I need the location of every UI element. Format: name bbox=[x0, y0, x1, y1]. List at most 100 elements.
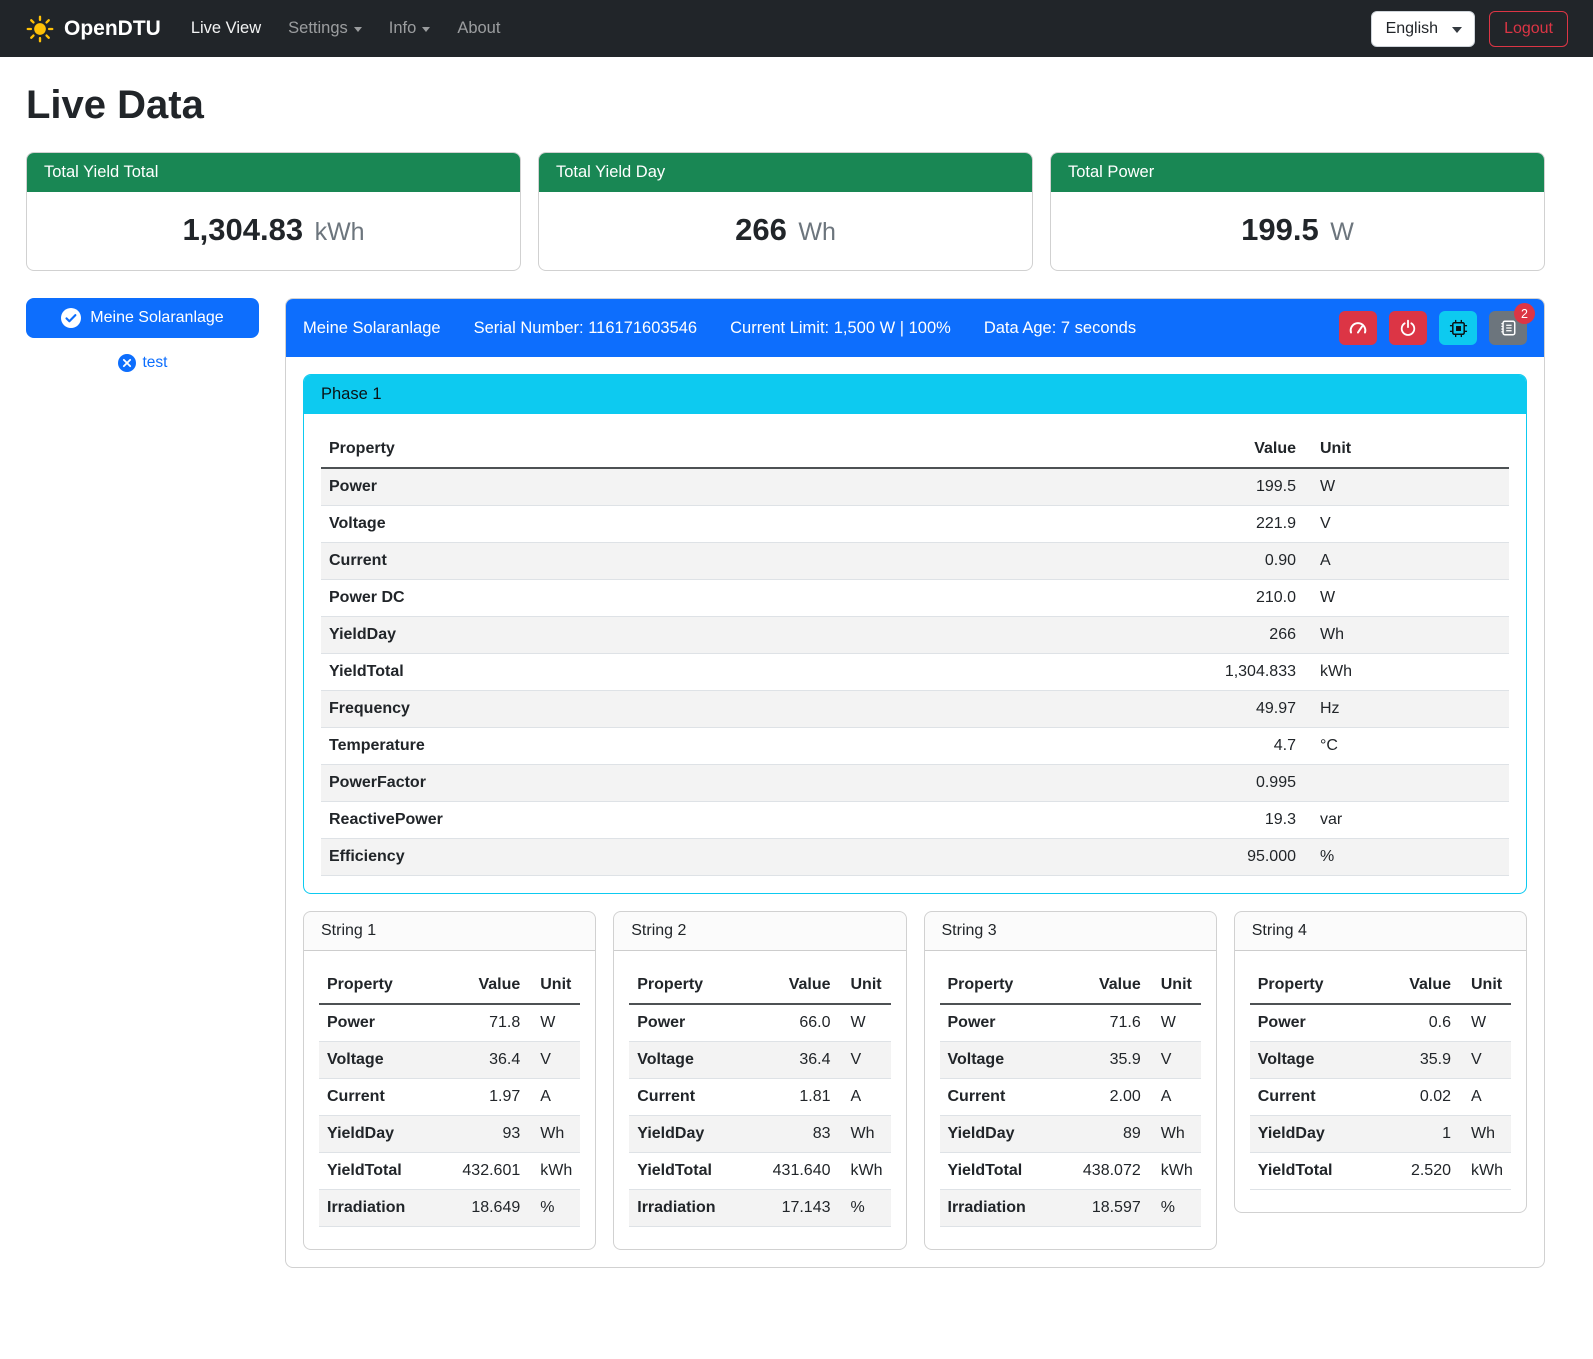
table-row: Power DC210.0W bbox=[321, 580, 1509, 617]
unit-cell: Wh bbox=[839, 1116, 891, 1153]
unit-cell: Wh bbox=[1304, 617, 1509, 654]
string-body: Property Value Unit Power71.8WVoltage36.… bbox=[304, 951, 595, 1249]
navbar-right: English Logout bbox=[1371, 11, 1568, 47]
table-row: YieldDay89Wh bbox=[940, 1116, 1201, 1153]
nav-item-info[interactable]: Info bbox=[389, 19, 431, 38]
summary-card-total-yield-total: Total Yield Total 1,304.83 kWh bbox=[26, 152, 521, 271]
inverter-select-test[interactable]: test bbox=[26, 353, 259, 373]
column-header-property: Property bbox=[319, 967, 454, 1004]
table-row: Power71.8W bbox=[319, 1004, 580, 1042]
column-header-value: Value bbox=[454, 967, 528, 1004]
summary-card-body: 266 Wh bbox=[539, 192, 1032, 270]
summary-card-title: Total Yield Total bbox=[27, 153, 520, 192]
strings-row: String 1 Property Value Unit bbox=[303, 911, 1527, 1250]
property-cell: Voltage bbox=[321, 506, 1159, 543]
serial-number: Serial Number: 116171603546 bbox=[474, 319, 698, 338]
property-cell: Power bbox=[629, 1004, 764, 1042]
device-info-button[interactable] bbox=[1439, 311, 1477, 345]
summary-card-body: 1,304.83 kWh bbox=[27, 192, 520, 270]
gauge-icon bbox=[1348, 318, 1368, 338]
summary-value: 199.5 bbox=[1241, 212, 1319, 247]
table-row: Power71.6W bbox=[940, 1004, 1201, 1042]
nav-item-settings[interactable]: Settings bbox=[288, 19, 362, 38]
table-row: Current2.00A bbox=[940, 1079, 1201, 1116]
table-header-row: Property Value Unit bbox=[629, 967, 890, 1004]
table-row: YieldDay1Wh bbox=[1250, 1116, 1511, 1153]
property-cell: YieldTotal bbox=[319, 1153, 454, 1190]
main-row: Meine Solaranlage test Meine Solaranlage… bbox=[26, 298, 1545, 1268]
event-log-button[interactable]: 2 bbox=[1489, 311, 1527, 345]
inverter-select-meine-solaranlage[interactable]: Meine Solaranlage bbox=[26, 298, 259, 338]
value-cell: 18.649 bbox=[454, 1190, 528, 1227]
string-title: String 1 bbox=[304, 912, 595, 951]
power-button[interactable] bbox=[1389, 311, 1427, 345]
property-cell: Temperature bbox=[321, 728, 1159, 765]
value-cell: 199.5 bbox=[1159, 468, 1304, 506]
page-content: Live Data Total Yield Total 1,304.83 kWh… bbox=[0, 57, 1593, 1310]
table-row: Voltage35.9V bbox=[940, 1042, 1201, 1079]
value-cell: 1.97 bbox=[454, 1079, 528, 1116]
value-cell: 0.90 bbox=[1159, 543, 1304, 580]
property-cell: YieldDay bbox=[321, 617, 1159, 654]
unit-cell: A bbox=[1459, 1079, 1511, 1116]
unit-cell: A bbox=[1304, 543, 1509, 580]
property-cell: Power bbox=[1250, 1004, 1385, 1042]
column-header-property: Property bbox=[629, 967, 764, 1004]
value-cell: 2.520 bbox=[1385, 1153, 1459, 1190]
property-cell: Voltage bbox=[629, 1042, 764, 1079]
nav-item-live-view[interactable]: Live View bbox=[191, 19, 261, 38]
table-row: YieldDay83Wh bbox=[629, 1116, 890, 1153]
property-cell: YieldDay bbox=[940, 1116, 1075, 1153]
inverter-select-label: test bbox=[143, 354, 168, 372]
property-cell: Efficiency bbox=[321, 839, 1159, 876]
string-body: Property Value Unit Power66.0WVoltage36.… bbox=[614, 951, 905, 1249]
unit-cell: var bbox=[1304, 802, 1509, 839]
table-header-row: Property Value Unit bbox=[319, 967, 580, 1004]
summary-cards-row: Total Yield Total 1,304.83 kWh Total Yie… bbox=[26, 152, 1545, 271]
property-cell: Voltage bbox=[1250, 1042, 1385, 1079]
unit-cell: V bbox=[1304, 506, 1509, 543]
value-cell: 266 bbox=[1159, 617, 1304, 654]
string-table: Property Value Unit Power71.8WVoltage36.… bbox=[319, 967, 580, 1227]
property-cell: Current bbox=[940, 1079, 1075, 1116]
table-row: Temperature4.7°C bbox=[321, 728, 1509, 765]
page-title: Live Data bbox=[26, 83, 1545, 128]
value-cell: 0.995 bbox=[1159, 765, 1304, 802]
value-cell: 83 bbox=[765, 1116, 839, 1153]
limit-settings-button[interactable] bbox=[1339, 311, 1377, 345]
inverter-panel-body: Phase 1 Property Value Unit Power199.5WV… bbox=[286, 357, 1544, 1267]
value-cell: 35.9 bbox=[1385, 1042, 1459, 1079]
value-cell: 18.597 bbox=[1075, 1190, 1149, 1227]
nav-item-about[interactable]: About bbox=[457, 19, 500, 38]
property-cell: Power bbox=[321, 468, 1159, 506]
language-select[interactable]: English bbox=[1371, 11, 1475, 47]
value-cell: 4.7 bbox=[1159, 728, 1304, 765]
chevron-down-icon bbox=[422, 27, 430, 32]
power-icon bbox=[1399, 319, 1417, 337]
property-cell: Current bbox=[1250, 1079, 1385, 1116]
column-header-value: Value bbox=[765, 967, 839, 1004]
property-cell: YieldTotal bbox=[321, 654, 1159, 691]
property-cell: Voltage bbox=[940, 1042, 1075, 1079]
value-cell: 71.6 bbox=[1075, 1004, 1149, 1042]
table-row: Current0.90A bbox=[321, 543, 1509, 580]
unit-cell: A bbox=[1149, 1079, 1201, 1116]
data-age: Data Age: 7 seconds bbox=[984, 319, 1136, 338]
table-header-row: Property Value Unit bbox=[1250, 967, 1511, 1004]
logout-button[interactable]: Logout bbox=[1489, 11, 1568, 47]
unit-cell: W bbox=[1304, 468, 1509, 506]
table-row: Voltage221.9V bbox=[321, 506, 1509, 543]
value-cell: 0.6 bbox=[1385, 1004, 1459, 1042]
unit-cell: Wh bbox=[1149, 1116, 1201, 1153]
value-cell: 432.601 bbox=[454, 1153, 528, 1190]
unit-cell: kWh bbox=[1149, 1153, 1201, 1190]
chevron-down-icon bbox=[354, 27, 362, 32]
table-row: Irradiation18.649% bbox=[319, 1190, 580, 1227]
unit-cell: W bbox=[528, 1004, 580, 1042]
table-row: YieldTotal431.640kWh bbox=[629, 1153, 890, 1190]
property-cell: Power bbox=[940, 1004, 1075, 1042]
value-cell: 89 bbox=[1075, 1116, 1149, 1153]
brand[interactable]: OpenDTU bbox=[26, 15, 161, 43]
unit-cell: A bbox=[528, 1079, 580, 1116]
table-row: Efficiency95.000% bbox=[321, 839, 1509, 876]
